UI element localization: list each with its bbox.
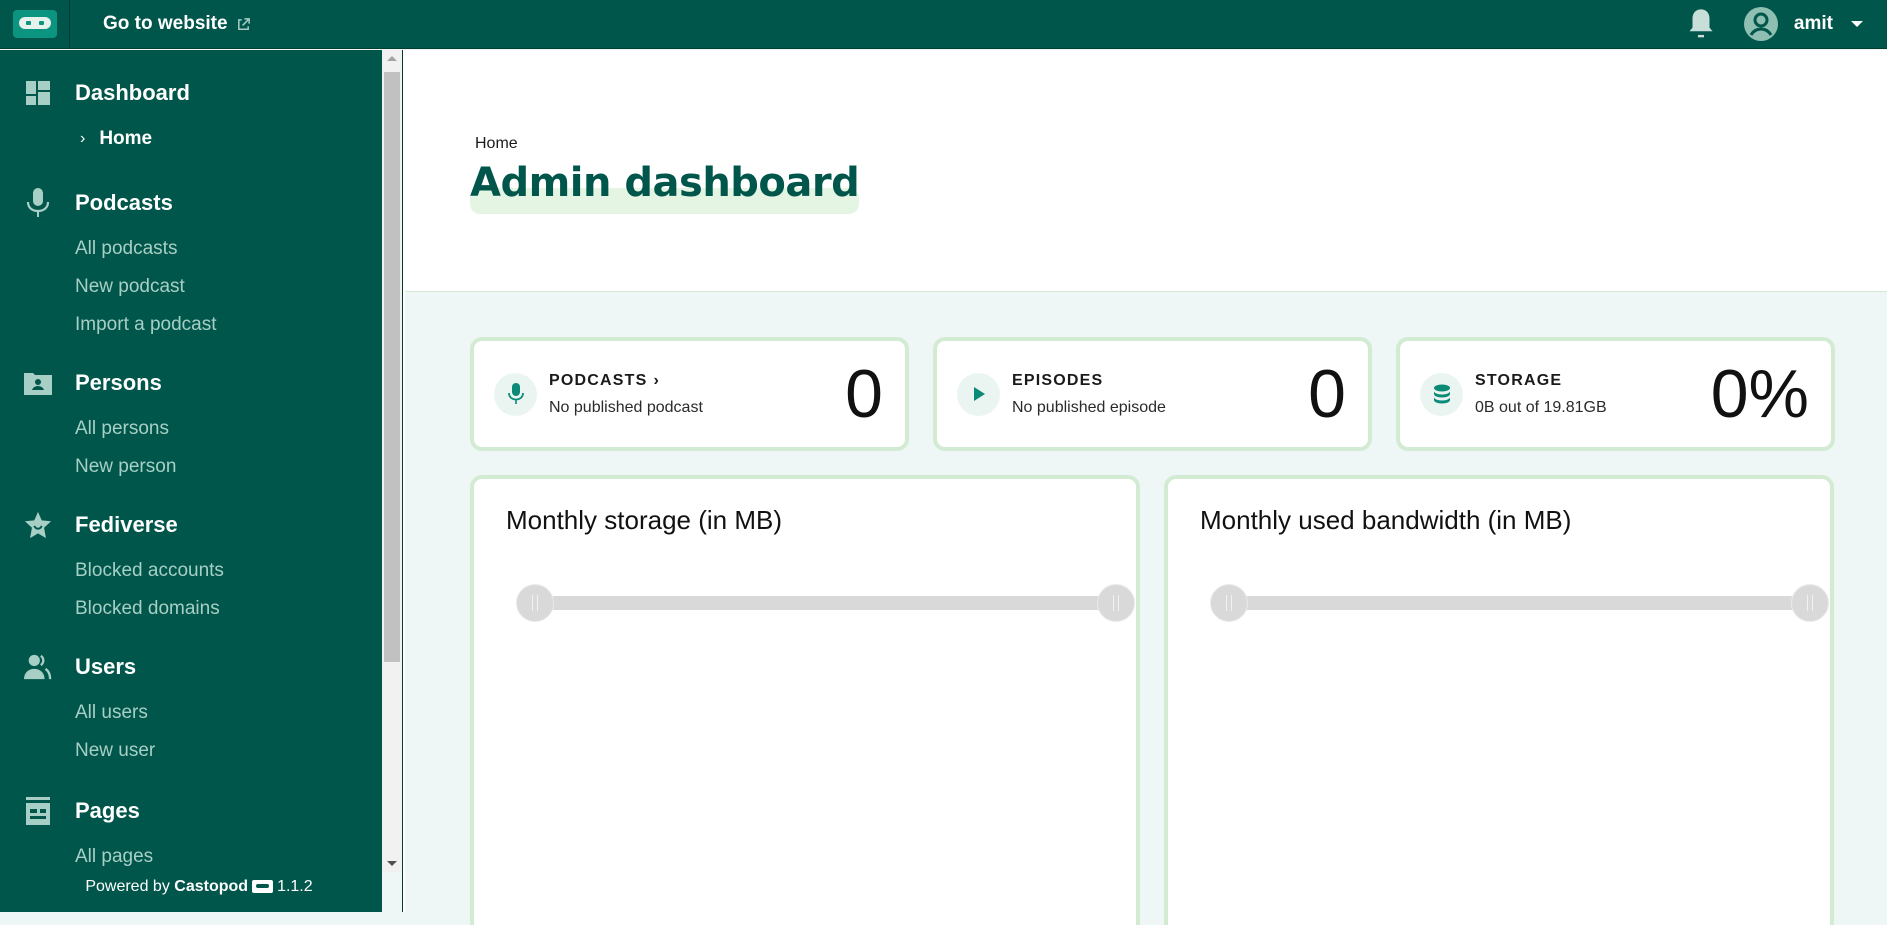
castopod-logo-icon xyxy=(12,10,57,38)
microphone-icon xyxy=(24,188,52,217)
bell-icon[interactable] xyxy=(1686,7,1716,41)
pages-icon xyxy=(24,797,52,825)
page-title-wrap: Admin dashboard xyxy=(470,160,860,214)
sidebar-item-all-users[interactable]: All users xyxy=(75,694,382,732)
go-to-website-label: Go to website xyxy=(103,13,228,34)
person-folder-icon xyxy=(24,369,52,397)
sidebar-item-new-podcast[interactable]: New podcast xyxy=(75,268,382,306)
stat-label: PODCASTS xyxy=(549,371,648,389)
sidebar-item-all-pages[interactable]: All pages xyxy=(75,838,382,876)
stat-subtitle: No published episode xyxy=(1012,398,1166,416)
dashboard-icon xyxy=(24,79,52,107)
sidebar-item-all-podcasts[interactable]: All podcasts xyxy=(75,230,382,268)
sidebar-section-persons: Persons All persons New person xyxy=(24,368,382,486)
go-to-website-link[interactable]: Go to website xyxy=(103,13,251,35)
main-content: Home Admin dashboard PODCASTS › No publis… xyxy=(405,50,1887,925)
sidebar-footer: Powered by Castopod 1.1.2 xyxy=(0,878,382,896)
stats-row: PODCASTS › No published podcast 0 EPISODE… xyxy=(470,337,1835,451)
slider-track[interactable] xyxy=(1228,596,1812,610)
sidebar-item-all-persons[interactable]: All persons xyxy=(75,410,382,448)
sidebar-heading-podcasts[interactable]: Podcasts xyxy=(24,188,382,218)
sidebar-item-new-person[interactable]: New person xyxy=(75,448,382,486)
microphone-icon xyxy=(494,372,537,416)
top-bar: Go to website amit xyxy=(0,0,1887,49)
users-icon xyxy=(24,653,52,681)
chart-card-monthly-bandwidth: Monthly used bandwidth (in MB) xyxy=(1164,475,1834,925)
powered-by-label: Powered by xyxy=(85,878,170,895)
sidebar-section-podcasts: Podcasts All podcasts New podcast Import… xyxy=(24,188,382,344)
chart-range-slider[interactable] xyxy=(1210,584,1830,622)
stat-label: EPISODES xyxy=(1012,371,1104,389)
sidebar-item-import-podcast[interactable]: Import a podcast xyxy=(75,306,382,344)
charts-row: Monthly storage (in MB) Monthly used ban… xyxy=(470,475,1834,925)
chart-title: Monthly storage (in MB) xyxy=(506,505,782,535)
page-title: Admin dashboard xyxy=(470,160,860,206)
star-smile-icon xyxy=(24,511,52,539)
stat-value: 0 xyxy=(1308,356,1346,432)
sidebar-heading-label: Pages xyxy=(75,798,140,823)
breadcrumb[interactable]: Home xyxy=(475,135,518,153)
sidebar-section-fediverse: Fediverse Blocked accounts Blocked domai… xyxy=(24,510,382,628)
sidebar-section-dashboard: Dashboard › Home xyxy=(24,78,382,158)
page-header: Home Admin dashboard xyxy=(405,50,1887,292)
stat-subtitle: 0B out of 19.81GB xyxy=(1475,398,1607,416)
stat-subtitle: No published podcast xyxy=(549,398,703,416)
chart-title: Monthly used bandwidth (in MB) xyxy=(1200,505,1572,535)
external-link-icon xyxy=(237,17,250,30)
database-icon xyxy=(1420,372,1463,416)
sidebar-heading-label: Persons xyxy=(75,370,162,395)
stat-value: 0% xyxy=(1710,356,1809,432)
sidebar-heading-label: Podcasts xyxy=(75,190,173,215)
logo-link[interactable] xyxy=(0,0,70,49)
version-label: 1.1.2 xyxy=(277,878,313,895)
sidebar-item-blocked-domains[interactable]: Blocked domains xyxy=(75,590,382,628)
sidebar-scrollbar[interactable] xyxy=(382,50,402,872)
stat-card-podcasts[interactable]: PODCASTS › No published podcast 0 xyxy=(470,337,909,451)
slider-handle-start[interactable] xyxy=(1210,584,1248,622)
chart-range-slider[interactable] xyxy=(516,584,1136,622)
sidebar-heading-dashboard[interactable]: Dashboard xyxy=(24,78,382,108)
chevron-down-icon[interactable] xyxy=(1851,21,1863,27)
slider-handle-end[interactable] xyxy=(1791,584,1829,622)
sidebar-heading-users[interactable]: Users xyxy=(24,652,382,682)
scroll-down-arrow-icon[interactable] xyxy=(382,855,402,872)
scrollbar-thumb[interactable] xyxy=(384,72,400,662)
sidebar-heading-label: Dashboard xyxy=(75,80,190,105)
chart-card-monthly-storage: Monthly storage (in MB) xyxy=(470,475,1140,925)
castopod-brand-link[interactable]: Castopod xyxy=(174,878,248,895)
slider-track[interactable] xyxy=(534,596,1118,610)
sidebar-section-pages: Pages All pages xyxy=(24,796,382,876)
scroll-up-arrow-icon[interactable] xyxy=(382,50,402,67)
sidebar-item-new-user[interactable]: New user xyxy=(75,732,382,770)
chevron-right-icon: › xyxy=(80,130,86,147)
play-icon xyxy=(957,372,1000,416)
sidebar-heading-persons[interactable]: Persons xyxy=(24,368,382,398)
castopod-logo-icon xyxy=(252,880,274,893)
sidebar-heading-label: Fediverse xyxy=(75,512,178,537)
stat-card-storage: STORAGE 0B out of 19.81GB 0% xyxy=(1396,337,1835,451)
stat-value: 0 xyxy=(845,356,883,432)
sidebar-item-label: Home xyxy=(99,128,153,149)
sidebar-section-users: Users All users New user xyxy=(24,652,382,770)
slider-handle-end[interactable] xyxy=(1097,584,1135,622)
slider-handle-start[interactable] xyxy=(516,584,554,622)
stat-card-episodes: EPISODES No published episode 0 xyxy=(933,337,1372,451)
sidebar-heading-label: Users xyxy=(75,654,137,679)
stat-label: STORAGE xyxy=(1475,371,1563,389)
user-avatar-icon[interactable] xyxy=(1743,7,1778,41)
sidebar: Dashboard › Home Podcasts All podcasts N… xyxy=(0,50,382,912)
sidebar-item-home[interactable]: › Home xyxy=(80,120,382,158)
sidebar-heading-fediverse[interactable]: Fediverse xyxy=(24,510,382,540)
sidebar-item-blocked-accounts[interactable]: Blocked accounts xyxy=(75,552,382,590)
username[interactable]: amit xyxy=(1794,13,1833,35)
sidebar-heading-pages[interactable]: Pages xyxy=(24,796,382,826)
chevron-right-icon: › xyxy=(653,371,661,389)
